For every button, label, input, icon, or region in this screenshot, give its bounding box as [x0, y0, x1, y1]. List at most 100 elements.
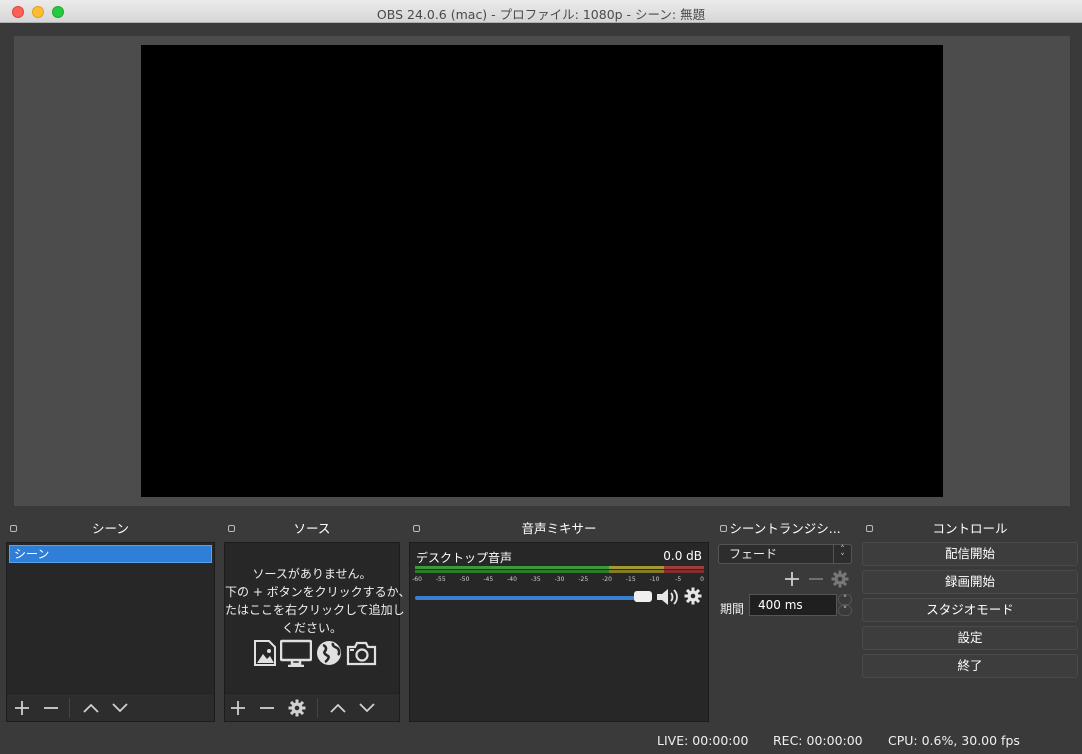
start-streaming-button[interactable]: 配信開始: [862, 542, 1078, 566]
no-sources-message: ソースがありません。 下の + ボタンをクリックするか、 たはここを右クリックし…: [225, 565, 411, 637]
duration-input[interactable]: 400 ms: [749, 594, 837, 616]
chevron-up-icon: [83, 703, 99, 713]
volume-slider-handle[interactable]: [634, 591, 652, 602]
meter-tick-label: -35: [530, 576, 541, 583]
transition-select-value: フェード: [729, 547, 778, 561]
scene-transitions-dock-header: シーントランジシ...: [716, 520, 854, 538]
live-timer: LIVE: 00:00:00: [657, 733, 749, 748]
status-bar: LIVE: 00:00:00 REC: 00:00:00 CPU: 0.6%, …: [0, 730, 1082, 754]
meter-tick-label: -20: [602, 576, 612, 583]
controls-dock-title: コントロール: [932, 521, 1008, 536]
meter-tick-label: -10: [649, 576, 660, 583]
remove-scene-button[interactable]: [39, 697, 63, 719]
plus-icon: [15, 701, 29, 715]
sources-dock-title: ソース: [293, 521, 331, 536]
add-scene-button[interactable]: [10, 697, 34, 719]
plus-icon: [785, 572, 799, 586]
gear-icon[interactable]: [684, 587, 702, 605]
remove-source-button[interactable]: [255, 697, 279, 719]
no-sources-line: 下の + ボタンをクリックするか、: [225, 585, 411, 599]
scene-transitions-dock: シーントランジシ... フェード ˄ ˅ 期間 400 ms ˄ ˅: [716, 520, 854, 722]
camera-icon: [346, 641, 377, 666]
scenes-dock-title: シーン: [92, 521, 129, 536]
no-sources-line: たはここを右クリックして追加し: [225, 603, 405, 617]
speaker-icon[interactable]: [656, 587, 680, 607]
move-scene-down-button[interactable]: [108, 697, 132, 719]
add-transition-button[interactable]: [780, 568, 804, 590]
audio-channel-name: デスクトップ音声: [416, 551, 513, 565]
duration-label: 期間: [720, 602, 745, 616]
meter-tick-label: 0: [700, 576, 704, 583]
audio-mixer-panel: デスクトップ音声 0.0 dB -60 -55 -50 -45 -40 -35 -30 -25…: [409, 542, 709, 722]
duration-stepper[interactable]: ˄ ˅: [838, 594, 852, 616]
minus-icon: [44, 707, 58, 709]
audio-mixer-dock: 音声ミキサー デスクトップ音声 0.0 dB -60 -55 -50 -45 -40 -3…: [409, 520, 709, 722]
no-sources-line: ソースがありません。: [252, 567, 372, 581]
meter-tick-label: -50: [459, 576, 470, 583]
move-source-up-button[interactable]: [326, 697, 350, 719]
audio-level-readout: 0.0 dB: [663, 549, 702, 563]
source-properties-button[interactable]: [285, 697, 309, 719]
source-list[interactable]: ソースがありません。 下の + ボタンをクリックするか、 たはここを右クリックし…: [224, 542, 411, 722]
chevron-up-icon[interactable]: ˄: [838, 594, 852, 605]
dock-float-icon[interactable]: [866, 525, 873, 532]
move-scene-up-button[interactable]: [79, 697, 103, 719]
chevron-down-icon: [112, 703, 128, 713]
controls-dock-header: コントロール: [862, 520, 1078, 538]
settings-button[interactable]: 設定: [862, 626, 1078, 650]
rec-timer: REC: 00:00:00: [773, 733, 863, 748]
dock-float-icon[interactable]: [228, 525, 235, 532]
transition-select[interactable]: フェード ˄ ˅: [718, 544, 852, 564]
volume-meter: [415, 566, 704, 574]
gear-icon: [288, 699, 306, 717]
minus-icon: [809, 578, 823, 580]
meter-tick-label: -40: [507, 576, 517, 583]
transition-properties-button[interactable]: [828, 568, 852, 590]
audio-mixer-dock-header: 音声ミキサー: [409, 520, 709, 538]
meter-tick-label: -25: [578, 576, 589, 583]
dock-float-icon[interactable]: [10, 525, 17, 532]
sources-dock-header: ソース: [224, 520, 400, 538]
scenes-toolbar: [7, 693, 214, 721]
scene-list-item[interactable]: シーン: [9, 545, 212, 563]
plus-icon: [231, 701, 245, 715]
globe-icon: [317, 641, 341, 665]
sources-dock: ソース ソースがありません。 下の + ボタンをクリックするか、 たはここを右ク…: [224, 520, 411, 722]
volume-slider-track[interactable]: [415, 596, 637, 600]
source-type-icons: [253, 639, 377, 669]
audio-mixer-dock-title: 音声ミキサー: [521, 521, 597, 536]
sources-toolbar: [225, 693, 399, 721]
window-title: OBS 24.0.6 (mac) - プロファイル: 1080p - シーン: …: [376, 7, 706, 22]
meter-tick-label: -5: [675, 576, 682, 583]
add-source-button[interactable]: [226, 697, 250, 719]
transition-toolbar: [780, 568, 852, 590]
no-sources-line: ください。: [281, 621, 342, 635]
chevron-up-icon: [330, 703, 346, 713]
preview-canvas[interactable]: [141, 45, 943, 497]
remove-transition-button[interactable]: [804, 568, 828, 590]
chevron-down-icon[interactable]: ˅: [838, 605, 852, 616]
scenes-dock-header: シーン: [6, 520, 215, 538]
meter-tick-label: -45: [483, 576, 494, 583]
meter-tick-label: -30: [554, 576, 565, 583]
studio-mode-button[interactable]: スタジオモード: [862, 598, 1078, 622]
scene-list[interactable]: シーン: [6, 542, 215, 722]
chevron-down-icon: [359, 703, 375, 713]
meter-tick-label: -60: [412, 576, 422, 583]
meter-tick-label: -55: [435, 576, 446, 583]
scene-transitions-panel: フェード ˄ ˅ 期間 400 ms ˄ ˅: [716, 542, 854, 722]
scene-transitions-dock-title: シーントランジシ...: [729, 521, 841, 536]
dock-float-icon[interactable]: [413, 525, 420, 532]
image-icon: [254, 640, 276, 666]
display-icon: [280, 639, 312, 667]
cpu-fps-readout: CPU: 0.6%, 30.00 fps: [888, 733, 1020, 748]
dock-float-icon[interactable]: [720, 525, 727, 532]
preview-area: [14, 36, 1070, 506]
start-recording-button[interactable]: 録画開始: [862, 570, 1078, 594]
exit-button[interactable]: 終了: [862, 654, 1078, 678]
controls-panel: 配信開始 録画開始 スタジオモード 設定 終了: [862, 542, 1078, 722]
controls-dock: コントロール 配信開始 録画開始 スタジオモード 設定 終了: [862, 520, 1078, 722]
scenes-dock: シーン シーン: [6, 520, 215, 722]
minus-icon: [260, 707, 274, 709]
move-source-down-button[interactable]: [355, 697, 379, 719]
